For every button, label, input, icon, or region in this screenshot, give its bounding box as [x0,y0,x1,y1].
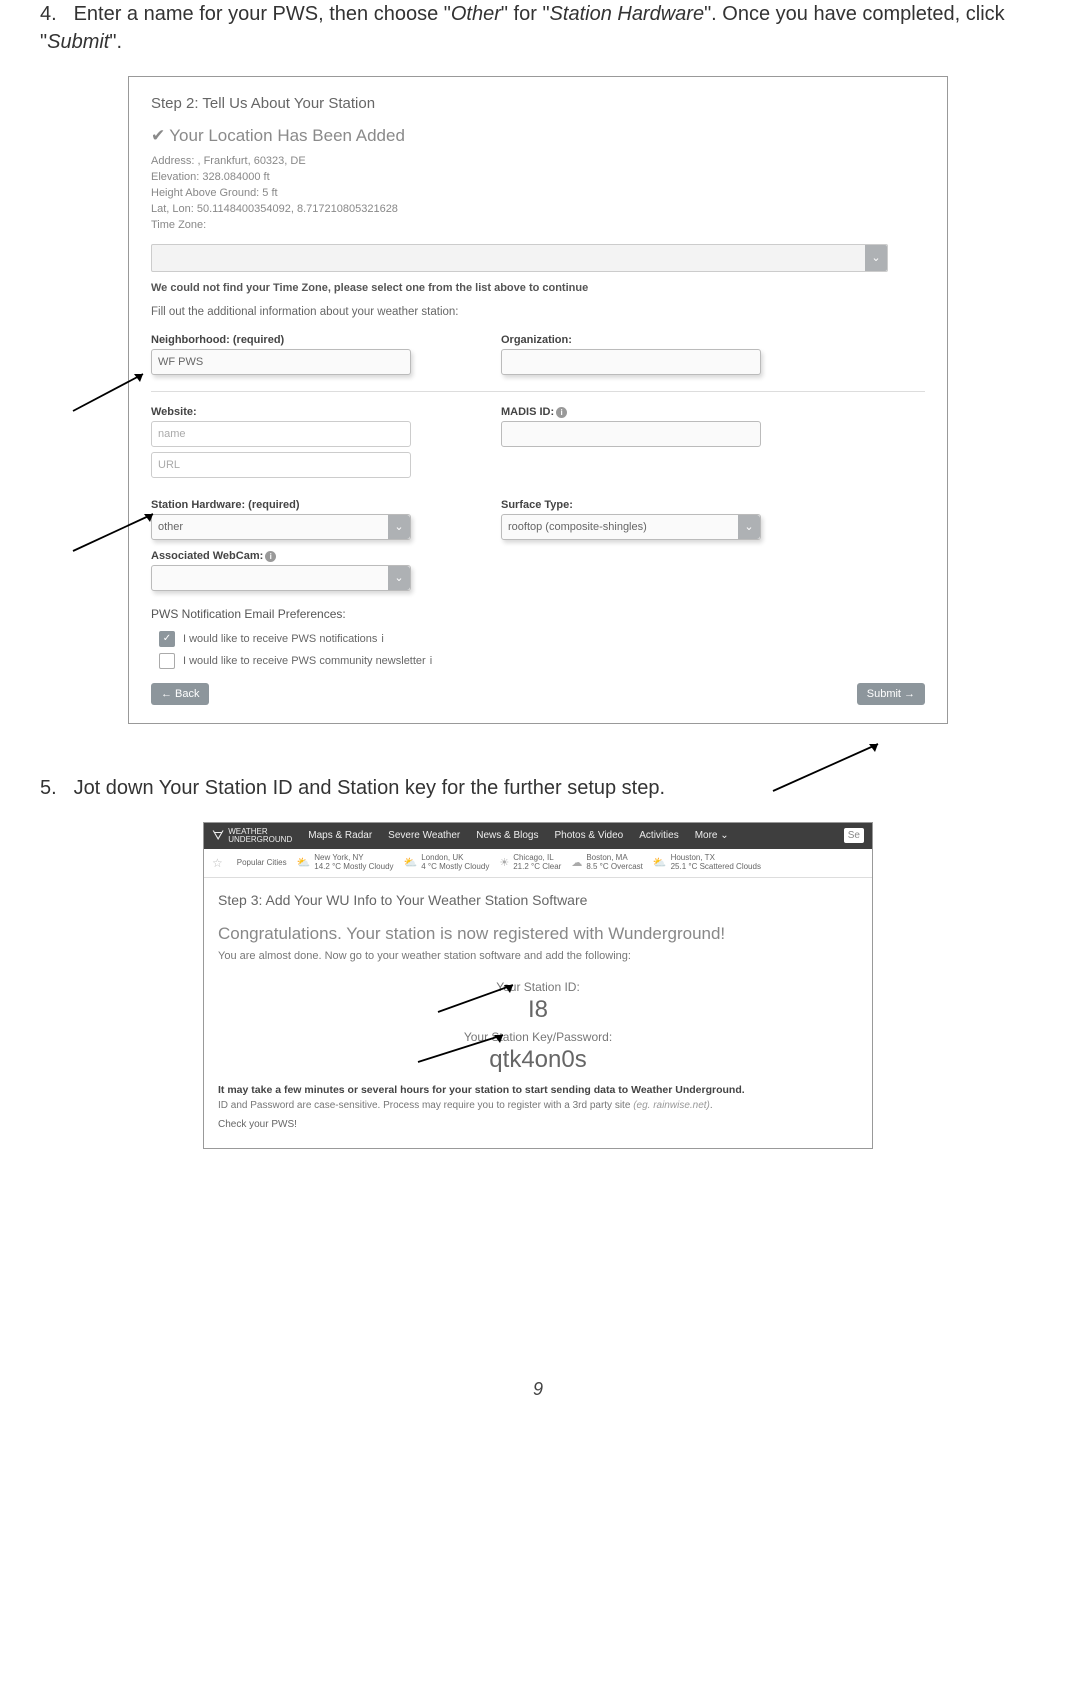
organization-label: Organization: [501,334,761,346]
instruction-4: 4. Enter a name for your PWS, then choos… [40,0,1036,56]
check-pws-link[interactable]: Check your PWS! [218,1119,858,1130]
weather-icon: ☀ [499,857,509,869]
location-info: Address: , Frankfurt, 60323, DE Elevatio… [151,154,925,234]
step3-title: Step 3: Add Your WU Info to Your Weather… [218,892,858,908]
logo[interactable]: ᗊ WEATHERUNDERGROUND [212,828,292,844]
station-id-label: Your Station ID: [218,980,858,994]
prefs-title: PWS Notification Email Preferences: [151,607,925,621]
timezone-warning: We could not find your Time Zone, please… [151,282,925,294]
webcam-label: Associated WebCam:i [151,550,411,562]
city-houston[interactable]: ⛅Houston, TX25.1 °C Scattered Clouds [653,854,761,872]
checkbox-icon [159,653,175,669]
website-label: Website: [151,406,411,418]
instr4-c: " for " [501,3,550,25]
timezone-select[interactable]: ⌄ [151,244,888,272]
step2-title: Step 2: Tell Us About Your Station [151,95,925,112]
info-icon: i [430,655,432,667]
station-key-value: qtk4on0s [218,1046,858,1074]
instr5-num: 5. [40,774,68,802]
instr5-text: Jot down Your Station ID and Station key… [74,777,665,799]
screenshot-step2: Step 2: Tell Us About Your Station ✔Your… [128,76,948,724]
search-input[interactable]: Se [844,828,864,843]
fillout-text: Fill out the additional information abou… [151,306,925,318]
back-button[interactable]: ←Back [151,683,209,705]
arrow-left-icon: ← [161,688,172,700]
popular-cities-label: Popular Cities [237,859,287,867]
nav-severe[interactable]: Severe Weather [388,830,460,841]
chevron-down-icon: ⌄ [388,515,410,539]
instr4-d: Station Hardware [550,3,705,25]
info-address: Address: , Frankfurt, 60323, DE [151,154,925,170]
city-london[interactable]: ⛅London, UK4 °C Mostly Cloudy [404,854,490,872]
website-name-input[interactable]: name [151,421,411,447]
madis-label: MADIS ID:i [501,406,761,418]
hardware-label: Station Hardware: (required) [151,499,411,511]
checkbox-icon: ✓ [159,631,175,647]
congrats-text: Congratulations. Your station is now reg… [218,924,858,944]
surface-label: Surface Type: [501,499,761,511]
city-newyork[interactable]: ⛅New York, NY14.2 °C Mostly Cloudy [297,854,394,872]
instr4-a: Enter a name for your PWS, then choose " [74,3,451,25]
top-nav: ᗊ WEATHERUNDERGROUND Maps & Radar Severe… [204,823,872,849]
neighborhood-label: Neighborhood: (required) [151,334,411,346]
info-tz: Time Zone: [151,218,925,234]
info-height: Height Above Ground: 5 ft [151,186,925,202]
instr4-b: Other [451,3,501,25]
instr4-g: ". [109,31,122,53]
divider [151,391,925,392]
nav-news[interactable]: News & Blogs [476,830,538,841]
organization-input[interactable] [501,349,761,375]
almost-done-text: You are almost done. Now go to your weat… [218,950,858,962]
madis-input[interactable] [501,421,761,447]
may-take-note: It may take a few minutes or several hou… [218,1084,858,1096]
station-key-label: Your Station Key/Password: [218,1030,858,1044]
nav-activities[interactable]: Activities [639,830,678,841]
info-latlon: Lat, Lon: 50.1148400354092, 8.7172108053… [151,202,925,218]
website-url-input[interactable]: URL [151,452,411,478]
check-icon: ✔ [151,126,165,146]
instr4-f: Submit [47,31,109,53]
webcam-select[interactable]: ⌄ [151,565,411,591]
info-elevation: Elevation: 328.084000 ft [151,170,925,186]
city-chicago[interactable]: ☀Chicago, IL21.2 °C Clear [499,854,561,872]
chevron-down-icon: ⌄ [738,515,760,539]
checkbox-newsletter[interactable]: I would like to receive PWS community ne… [151,653,925,669]
city-boston[interactable]: ☁Boston, MA8.5 °C Overcast [571,854,643,872]
screenshot-step3: ᗊ WEATHERUNDERGROUND Maps & Radar Severe… [203,822,873,1149]
hardware-select[interactable]: other ⌄ [151,514,411,540]
weather-icon: ☁ [571,857,582,869]
station-id-value: I8 [218,996,858,1024]
city-bar: ☆ Popular Cities ⛅New York, NY14.2 °C Mo… [204,849,872,878]
instr4-num: 4. [40,0,68,28]
weather-icon: ⛅ [653,857,667,869]
case-sensitive-note: ID and Password are case-sensitive. Proc… [218,1100,858,1111]
star-icon[interactable]: ☆ [212,856,223,870]
instruction-5: 5. Jot down Your Station ID and Station … [40,774,1036,802]
info-icon: i [265,551,276,562]
checkbox-notifications[interactable]: ✓ I would like to receive PWS notificati… [151,631,925,647]
location-added: ✔Your Location Has Been Added [151,126,925,146]
nav-photos[interactable]: Photos & Video [554,830,623,841]
arrow-right-icon: → [904,688,915,700]
neighborhood-input[interactable]: WF PWS [151,349,411,375]
logo-icon: ᗊ [212,829,224,842]
surface-select[interactable]: rooftop (composite-shingles) ⌄ [501,514,761,540]
chevron-down-icon: ⌄ [388,566,410,590]
weather-icon: ⛅ [297,857,311,869]
nav-maps[interactable]: Maps & Radar [308,830,372,841]
submit-button[interactable]: Submit→ [857,683,925,705]
weather-icon: ⛅ [404,857,418,869]
page-number: 9 [40,1379,1036,1400]
info-icon: i [556,407,567,418]
chevron-down-icon: ⌄ [865,245,887,271]
nav-more[interactable]: More ⌄ [695,830,729,841]
info-icon: i [381,633,383,645]
